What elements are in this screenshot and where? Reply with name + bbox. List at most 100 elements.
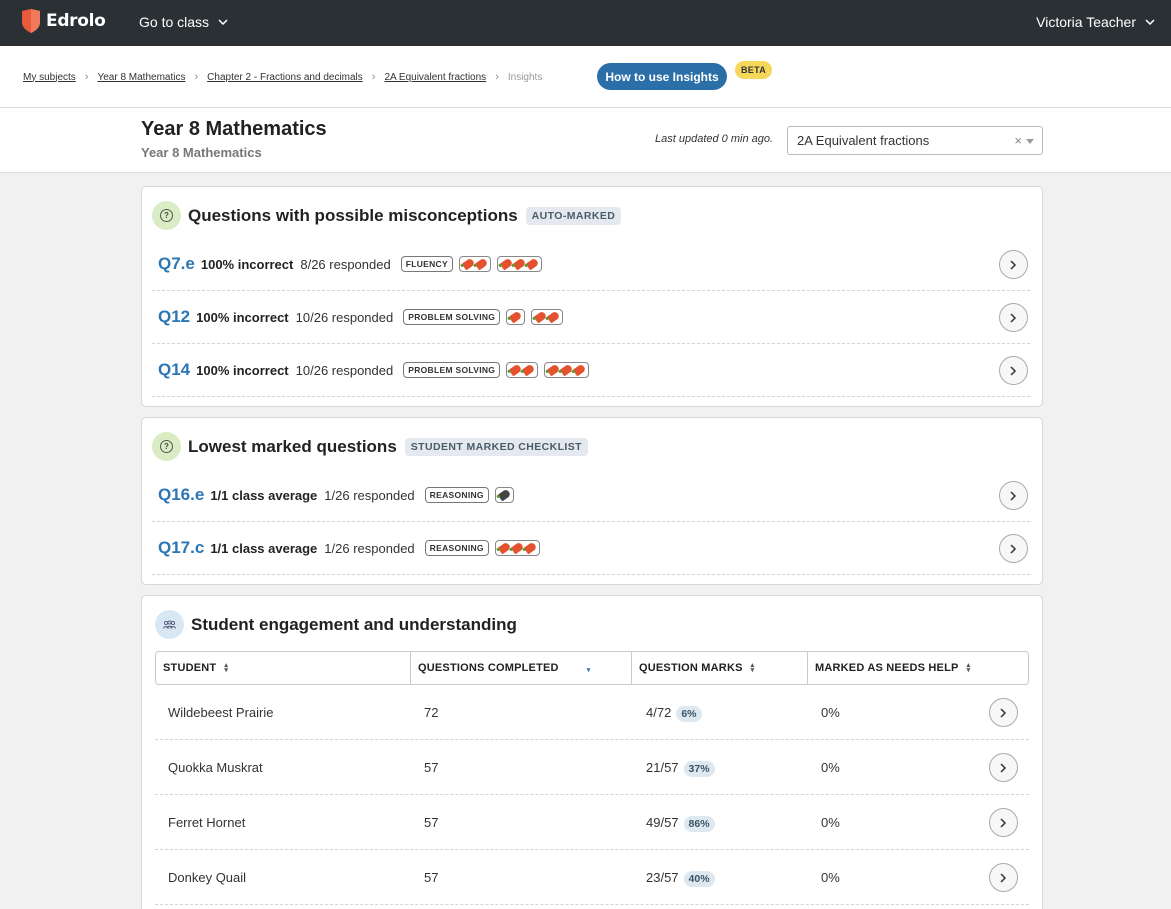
breadcrumb-subject[interactable]: Year 8 Mathematics (97, 72, 185, 83)
marks-value: 4/72 (646, 705, 672, 720)
skill-tag: REASONING (424, 540, 489, 556)
section-select-value: 2A Equivalent fractions (797, 133, 930, 148)
column-question-marks[interactable]: QUESTION MARKS ▴ ▾ (632, 652, 808, 684)
chevron-right-icon[interactable] (989, 808, 1018, 837)
misconceptions-card: ? Questions with possible misconceptions… (141, 186, 1043, 407)
question-row[interactable]: Q7.e 100% incorrect 8/26 responded FLUEN… (152, 238, 1030, 291)
students-icon (155, 610, 184, 639)
question-number[interactable]: Q7.e (152, 254, 195, 274)
brand-logo[interactable]: Edrolo (22, 9, 106, 33)
column-label: QUESTION MARKS (639, 662, 743, 674)
clear-icon[interactable]: × (1014, 133, 1022, 148)
column-label: STUDENT (163, 662, 217, 674)
chili-icon (508, 310, 523, 324)
go-to-class-menu[interactable]: Go to class (139, 14, 228, 30)
needs-help-value: 0% (821, 815, 840, 830)
table-row[interactable]: Wildebeest Prairie 72 4/72 6% 0% (155, 685, 1029, 740)
chevron-down-icon (1145, 19, 1155, 25)
chevron-right-icon: › (495, 71, 499, 83)
question-number[interactable]: Q16.e (152, 485, 204, 505)
breadcrumb: My subjects › Year 8 Mathematics › Chapt… (23, 71, 542, 83)
question-stat: 100% incorrect (196, 362, 289, 378)
sort-icon[interactable]: ▴ ▾ (751, 662, 755, 674)
chili-icon (521, 363, 536, 377)
question-number[interactable]: Q14 (152, 360, 190, 380)
question-stat: 100% incorrect (196, 309, 289, 325)
question-stat: 1/1 class average (210, 540, 318, 556)
chevron-right-icon[interactable] (999, 250, 1028, 279)
marks-percent-badge: 37% (683, 761, 715, 777)
question-responded: 1/26 responded (324, 487, 415, 503)
marks-value: 21/57 (646, 760, 679, 775)
section-select[interactable]: 2A Equivalent fractions × (787, 126, 1043, 155)
column-label: MARKED AS NEEDS HELP (815, 662, 959, 674)
chevron-right-icon: › (84, 71, 89, 83)
page-title: Year 8 Mathematics (141, 118, 327, 140)
beta-badge: BETA (735, 61, 773, 79)
question-responded: 10/26 responded (295, 309, 394, 325)
needs-help-value: 0% (821, 760, 840, 775)
chevron-right-icon[interactable] (999, 481, 1028, 510)
chevron-right-icon[interactable] (989, 698, 1018, 727)
skill-tag: PROBLEM SOLVING (403, 362, 501, 378)
skill-tag: PROBLEM SOLVING (403, 309, 501, 325)
chili-icon (546, 310, 561, 324)
user-menu[interactable]: Victoria Teacher (1036, 14, 1155, 30)
difficulty-chili-icon (506, 362, 539, 378)
breadcrumb-chapter[interactable]: Chapter 2 - Fractions and decimals (207, 72, 363, 83)
sort-icon[interactable]: ▴ ▾ (967, 662, 971, 674)
column-questions-completed[interactable]: QUESTIONS COMPLETED ▾ (411, 652, 632, 684)
question-marks: 21/57 37% (646, 760, 715, 777)
breadcrumb-current: Insights (507, 71, 543, 83)
question-row[interactable]: Q14 100% incorrect 10/26 responded PROBL… (152, 344, 1030, 397)
chevron-right-icon[interactable] (999, 534, 1028, 563)
breadcrumb-section[interactable]: 2A Equivalent fractions (384, 72, 486, 83)
needs-help-value: 0% (821, 870, 840, 885)
marks-percent-badge: 6% (676, 706, 702, 722)
caret-down-icon[interactable] (1026, 139, 1034, 144)
auto-marked-tag: AUTO-MARKED (525, 206, 622, 225)
engagement-header: Student engagement and understanding (155, 610, 517, 639)
skill-tag: FLUENCY (400, 256, 453, 272)
last-updated-text: Last updated 0 min ago. (655, 133, 774, 145)
table-row[interactable]: Ferret Hornet 57 49/57 86% 0% (155, 795, 1029, 850)
lowest-marked-card: ? Lowest marked questions STUDENT MARKED… (141, 417, 1043, 585)
skill-tag: REASONING (424, 487, 489, 503)
chevron-right-icon[interactable] (989, 863, 1018, 892)
breadcrumb-my-subjects[interactable]: My subjects (23, 72, 76, 83)
column-student[interactable]: STUDENT ▴ ▾ (156, 652, 411, 684)
lowest-marked-title: Lowest marked questions (188, 436, 397, 456)
question-number[interactable]: Q12 (152, 307, 190, 327)
difficulty-chili-icon (494, 540, 540, 556)
page-header: Year 8 Mathematics Year 8 Mathematics La… (0, 108, 1171, 173)
student-name: Donkey Quail (168, 870, 247, 885)
difficulty-chili-icon (494, 487, 514, 503)
marks-percent-badge: 40% (683, 871, 715, 887)
question-row[interactable]: Q17.c 1/1 class average 1/26 responded R… (152, 522, 1030, 575)
question-row[interactable]: Q16.e 1/1 class average 1/26 responded R… (152, 469, 1030, 522)
how-to-use-insights-button[interactable]: How to use Insights (597, 63, 727, 90)
question-responded: 10/26 responded (295, 362, 394, 378)
breadcrumb-bar: My subjects › Year 8 Mathematics › Chapt… (0, 46, 1171, 108)
sort-icon[interactable]: ▴ ▾ (224, 662, 228, 674)
question-responded: 1/26 responded (324, 540, 415, 556)
column-needs-help[interactable]: MARKED AS NEEDS HELP ▴ ▾ (808, 652, 1028, 684)
table-row[interactable]: Quokka Muskrat 57 21/57 37% 0% (155, 740, 1029, 795)
question-marks: 4/72 6% (646, 705, 702, 722)
sort-icon[interactable]: ▾ (587, 667, 591, 674)
chevron-right-icon[interactable] (999, 356, 1028, 385)
chevron-right-icon[interactable] (989, 753, 1018, 782)
question-stat: 100% incorrect (200, 256, 294, 272)
marks-value: 49/57 (646, 815, 679, 830)
question-number[interactable]: Q17.c (152, 538, 204, 558)
question-row[interactable]: Q12 100% incorrect 10/26 responded PROBL… (152, 291, 1030, 344)
chili-icon (523, 541, 538, 555)
chili-icon (572, 363, 587, 377)
student-name: Quokka Muskrat (168, 760, 263, 775)
table-row[interactable]: Donkey Quail 57 23/57 40% 0% (155, 850, 1029, 905)
difficulty-chili-icon (496, 256, 542, 272)
question-marks: 49/57 86% (646, 815, 715, 832)
chevron-right-icon[interactable] (999, 303, 1028, 332)
questions-completed: 57 (424, 760, 439, 775)
difficulty-chili-icon (458, 256, 491, 272)
